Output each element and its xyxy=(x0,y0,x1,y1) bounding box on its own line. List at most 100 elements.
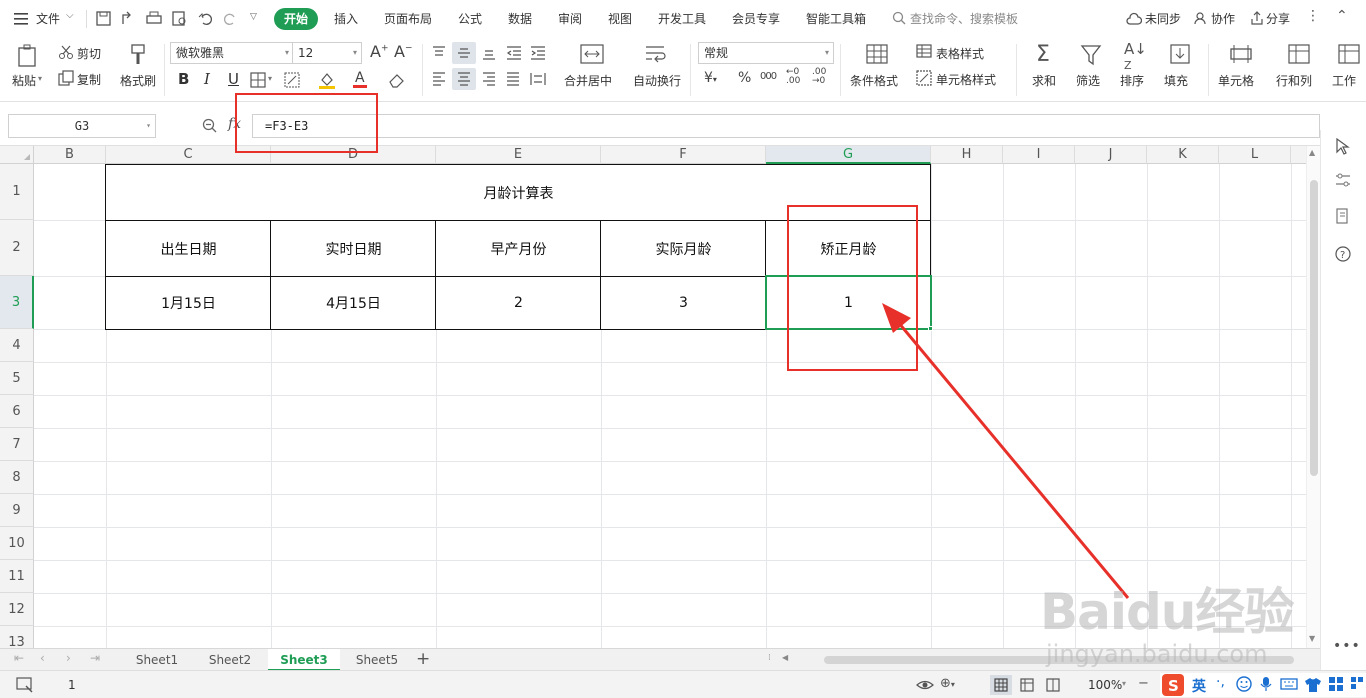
normal-view-icon[interactable] xyxy=(994,678,1008,692)
share-button[interactable]: 分享 xyxy=(1266,10,1290,27)
conditional-format-icon[interactable] xyxy=(866,44,888,64)
sheet-tab-1[interactable]: Sheet1 xyxy=(122,649,192,671)
row-header-12[interactable]: 12 xyxy=(0,593,34,626)
underline-icon[interactable]: U xyxy=(228,70,239,88)
filter-icon[interactable] xyxy=(1080,44,1102,66)
worksheet-button[interactable]: 工作 xyxy=(1332,72,1356,89)
align-middle-icon[interactable] xyxy=(457,46,471,60)
row-col-icon[interactable] xyxy=(1288,44,1310,64)
chevron-down-icon[interactable]: ▾ xyxy=(1122,679,1126,688)
row-header-11[interactable]: 11 xyxy=(0,560,34,593)
column-header-i[interactable]: I xyxy=(1003,146,1075,164)
ime-mode[interactable]: 英 xyxy=(1192,676,1206,696)
first-sheet-icon[interactable]: ⇤ xyxy=(14,651,24,665)
vertical-scroll-thumb[interactable] xyxy=(1310,180,1318,476)
font-color-icon[interactable]: A xyxy=(352,69,368,89)
select-all-corner[interactable] xyxy=(0,146,34,164)
align-top-icon[interactable] xyxy=(432,46,446,60)
name-box[interactable]: G3 ▾ xyxy=(8,114,156,138)
command-search[interactable]: 查找命令、搜索模板 xyxy=(910,10,1018,27)
fill-color-icon[interactable] xyxy=(318,71,336,89)
more-icon[interactable]: ⋮ xyxy=(1306,8,1320,24)
help-icon[interactable]: ? xyxy=(1335,246,1351,262)
column-header-j[interactable]: J xyxy=(1075,146,1147,164)
prev-sheet-icon[interactable]: ‹ xyxy=(40,651,45,665)
next-sheet-icon[interactable]: › xyxy=(66,651,71,665)
font-name-select[interactable]: 微软雅黑 ▾ xyxy=(170,42,294,64)
file-menu[interactable]: 文件 xyxy=(36,10,60,27)
punctuation-icon[interactable]: ·, xyxy=(1216,674,1225,690)
zoom-level[interactable]: 100% xyxy=(1088,678,1122,692)
tab-data[interactable]: 数据 xyxy=(508,10,532,27)
chevron-down-icon[interactable]: ▾ xyxy=(38,74,42,83)
paste-icon[interactable] xyxy=(16,44,40,68)
tab-member[interactable]: 会员专享 xyxy=(732,10,780,27)
ime-more-icon[interactable] xyxy=(1350,676,1364,692)
tab-insert[interactable]: 插入 xyxy=(334,10,358,27)
align-center-icon[interactable] xyxy=(457,72,471,86)
align-left-icon[interactable] xyxy=(432,72,446,86)
sync-status[interactable]: 未同步 xyxy=(1145,10,1181,27)
sliders-icon[interactable] xyxy=(1335,172,1351,188)
row-header-13[interactable]: 13 xyxy=(0,626,34,648)
header-current-date[interactable]: 实时日期 xyxy=(271,221,436,276)
column-header-k[interactable]: K xyxy=(1147,146,1219,164)
tab-smart-tools[interactable]: 智能工具箱 xyxy=(806,10,866,27)
justify-icon[interactable] xyxy=(506,72,520,86)
filter-button[interactable]: 筛选 xyxy=(1076,72,1100,89)
font-size-select[interactable]: 12 ▾ xyxy=(292,42,362,64)
cell-icon[interactable] xyxy=(1230,44,1252,64)
format-painter-icon[interactable] xyxy=(128,44,148,66)
percent-icon[interactable]: % xyxy=(738,70,751,86)
copy-icon[interactable] xyxy=(58,70,74,86)
row-header-7[interactable]: 7 xyxy=(0,428,34,461)
conditional-format-button[interactable]: 条件格式 xyxy=(850,72,898,89)
tab-view[interactable]: 视图 xyxy=(608,10,632,27)
zoom-out-icon[interactable]: − xyxy=(1138,676,1149,691)
formula-input[interactable]: =F3-E3 xyxy=(252,114,1320,138)
column-header-h[interactable]: H xyxy=(931,146,1003,164)
cell-e3[interactable]: 2 xyxy=(436,277,601,329)
scroll-left-icon[interactable]: ◀ xyxy=(782,653,788,662)
print-icon[interactable] xyxy=(146,11,162,27)
decrease-font-icon[interactable]: A− xyxy=(394,42,413,61)
tab-review[interactable]: 审阅 xyxy=(558,10,582,27)
cursor-select-icon[interactable] xyxy=(1335,137,1351,156)
property-icon[interactable] xyxy=(1335,208,1351,224)
scissors-icon[interactable] xyxy=(58,44,74,60)
emoji-icon[interactable] xyxy=(1236,676,1252,692)
wrap-text-button[interactable]: 自动换行 xyxy=(633,72,681,89)
cell-f3[interactable]: 3 xyxy=(601,277,766,329)
currency-icon[interactable]: ¥▾ xyxy=(704,70,717,86)
hamburger-menu-icon[interactable] xyxy=(14,12,30,26)
merge-center-button[interactable]: 合并居中 xyxy=(564,72,612,89)
fill-handle[interactable] xyxy=(928,326,933,331)
distributed-align-icon[interactable] xyxy=(530,72,546,86)
table-style-icon[interactable] xyxy=(916,44,932,58)
cloud-icon[interactable] xyxy=(1126,12,1143,26)
more-options-icon[interactable]: ••• xyxy=(1333,638,1361,654)
align-bottom-icon[interactable] xyxy=(482,46,496,60)
undo-icon[interactable] xyxy=(198,11,214,27)
thousands-icon[interactable]: 000 xyxy=(760,71,777,82)
number-format-select[interactable]: 常规 ▾ xyxy=(698,42,834,64)
worksheet-icon[interactable] xyxy=(1338,44,1360,64)
align-right-icon[interactable] xyxy=(482,72,496,86)
user-icon[interactable] xyxy=(1194,11,1208,25)
indent-increase-icon[interactable] xyxy=(530,46,546,60)
indent-decrease-icon[interactable] xyxy=(506,46,522,60)
row-header-1[interactable]: 1 xyxy=(0,164,34,220)
tab-start[interactable]: 开始 xyxy=(274,8,318,30)
sum-icon[interactable]: Σ xyxy=(1036,42,1050,67)
increase-decimal-icon[interactable]: ←0.00 xyxy=(786,68,800,86)
tab-formula[interactable]: 公式 xyxy=(458,10,482,27)
print-preview-icon[interactable] xyxy=(172,11,188,27)
sheet-tab-3[interactable]: Sheet3 xyxy=(268,649,340,671)
border-icon[interactable] xyxy=(250,72,266,88)
column-header-f[interactable]: F xyxy=(601,146,766,164)
header-premature-months[interactable]: 早产月份 xyxy=(436,221,601,276)
row-header-2[interactable]: 2 xyxy=(0,220,34,276)
row-header-9[interactable]: 9 xyxy=(0,494,34,527)
cell-button[interactable]: 单元格 xyxy=(1218,72,1254,89)
row-header-10[interactable]: 10 xyxy=(0,527,34,560)
